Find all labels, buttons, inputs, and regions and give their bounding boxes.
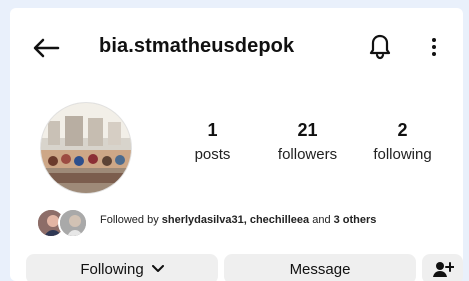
followed-by-others[interactable]: 3 others (334, 214, 377, 226)
profile-actions: Following Message (26, 254, 463, 281)
notifications-button[interactable] (366, 32, 394, 62)
mutual-avatar-2-photo (60, 210, 86, 236)
message-button[interactable]: Message (224, 254, 416, 281)
following-button-label: Following (80, 260, 144, 278)
followers-count: 21 (297, 120, 318, 140)
message-button-label: Message (289, 260, 351, 278)
arrow-left-icon (33, 38, 60, 58)
following-button[interactable]: Following (26, 254, 218, 281)
more-options-button[interactable] (424, 32, 444, 62)
profile-panel: bia.stmatheusdepok 1 posts 21 followers … (10, 8, 463, 281)
following-label: following (373, 146, 432, 163)
avatar-photo (41, 103, 131, 193)
following-stat[interactable]: 2 following (355, 120, 450, 166)
followed-by-text: Followed by sherlydasilva31, chechilleea… (100, 214, 376, 226)
followed-by-names[interactable]: sherlydasilva31, chechilleea (162, 214, 309, 226)
posts-label: posts (194, 146, 231, 163)
add-user-button[interactable] (422, 254, 463, 281)
followers-label: followers (277, 146, 338, 163)
bell-icon (369, 34, 391, 60)
followed-by-row[interactable]: Followed by sherlydasilva31, chechilleea… (36, 206, 461, 240)
profile-stats: 1 posts 21 followers 2 following (165, 120, 450, 172)
profile-header: bia.stmatheusdepok (10, 8, 463, 86)
followed-by-prefix: Followed by (100, 214, 159, 226)
followers-stat[interactable]: 21 followers (260, 120, 355, 166)
profile-username: bia.stmatheusdepok (99, 35, 295, 57)
profile-avatar[interactable] (40, 102, 132, 194)
person-plus-icon (432, 262, 454, 277)
posts-stat[interactable]: 1 posts (165, 120, 260, 166)
chevron-down-icon (151, 265, 164, 273)
mutual-avatars (36, 206, 90, 240)
posts-count: 1 (207, 120, 218, 140)
screen: bia.stmatheusdepok 1 posts 21 followers … (0, 0, 469, 281)
mutual-avatar-2 (58, 208, 88, 238)
following-count: 2 (397, 120, 408, 140)
followed-by-middle: and (312, 214, 331, 226)
more-vertical-icon (432, 38, 436, 56)
back-button[interactable] (28, 34, 64, 62)
